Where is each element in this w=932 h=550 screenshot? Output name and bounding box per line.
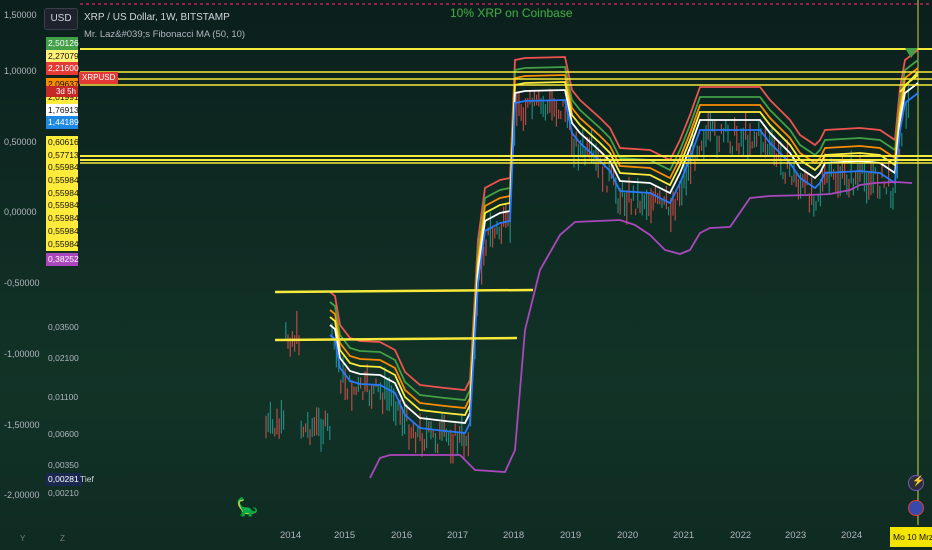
price-tag: 1,76913 [46, 103, 79, 117]
scale-tick: -1,00000 [4, 349, 40, 359]
scale-tick: -1,50000 [4, 420, 40, 430]
price-chart[interactable] [0, 0, 932, 550]
scale-tick: 1,50000 [4, 10, 37, 20]
year-label: 2022 [730, 530, 752, 541]
price-tag: 0,38252 [46, 253, 79, 267]
fib-ma-yellow [329, 74, 919, 416]
scale-tick: 0,00000 [4, 207, 37, 217]
price-tag: 1,44189 [46, 116, 79, 130]
year-label: 2016 [391, 530, 413, 541]
symbol-price-tag: XRPUSD [79, 72, 119, 84]
fib-ma-white [329, 82, 919, 424]
price-tag: 0,55984 [46, 199, 79, 213]
trend-line-lower [274, 336, 518, 342]
price-tag: 0,55984 [46, 224, 79, 238]
log-scale-toggle[interactable]: Y [20, 534, 25, 543]
year-label: 2014 [280, 530, 302, 541]
scale-label: 0,00350 [48, 460, 79, 470]
lightning-icon[interactable]: ⚡ [908, 475, 924, 491]
currency-button[interactable]: USD [44, 8, 78, 30]
price-tag: 0,55984 [46, 161, 79, 175]
scale-label: 0,01100 [48, 392, 79, 402]
scale-tick: -0,50000 [4, 278, 40, 288]
year-label: 2023 [785, 530, 807, 541]
fib-ma-green [329, 59, 919, 401]
price-tag: 0,57713 [46, 148, 79, 162]
triangle-marker [905, 48, 918, 58]
year-label: 2024 [841, 530, 863, 541]
trend-line-upper [274, 288, 534, 294]
symbol-title[interactable]: XRP / US Dollar, 1W, BITSTAMP [84, 12, 230, 23]
price-tag: 0,60616 [46, 135, 79, 149]
chart-annotation[interactable]: 10% XRP on Coinbase [450, 6, 573, 20]
fib-ma-blue [329, 92, 919, 434]
scale-tick: 0,50000 [4, 137, 37, 147]
price-tag: 0,55984 [46, 237, 79, 251]
year-label: 2021 [673, 530, 695, 541]
flag-event-icon[interactable] [908, 500, 924, 516]
low-price-tag: 0,00281 [46, 473, 82, 486]
dino-logo-icon: 🦕 [236, 497, 259, 517]
year-label: 2019 [560, 530, 582, 541]
price-tag: 0,55984 [46, 174, 79, 187]
crosshair-date-tag: Mo 10 Mrz '25 [890, 527, 932, 547]
low-label: Tief [80, 474, 94, 484]
scale-tick: -2,00000 [4, 490, 40, 500]
scale-label: 0,00600 [48, 429, 79, 439]
price-tag: 2,27079 [46, 49, 79, 63]
price-scale[interactable]: 1,50000 1,00000 0,50000 0,00000 -0,50000… [0, 0, 46, 520]
low-scale-label: 0,00210 [48, 488, 79, 498]
scale-label: 0,02100 [48, 353, 79, 363]
price-tag: 0,55984 [46, 212, 79, 226]
year-label: 2015 [334, 530, 356, 541]
year-label: 2017 [447, 530, 469, 541]
price-tag: 2,21600 [46, 62, 79, 76]
indicator-legend[interactable]: Mr. Laz&#039;s Fibonacci MA (50, 10) [84, 29, 245, 40]
price-tag: 2,50126 [46, 37, 79, 50]
price-tag: 0,55984 [46, 186, 79, 200]
fib-ma-orange [329, 67, 919, 409]
year-label: 2020 [617, 530, 639, 541]
scale-tick: 1,00000 [4, 66, 37, 76]
scale-label: 0,03500 [48, 322, 79, 332]
auto-scale-toggle[interactable]: Z [60, 534, 65, 543]
bar-countdown: 3d 5h [46, 86, 78, 97]
year-label: 2018 [503, 530, 525, 541]
